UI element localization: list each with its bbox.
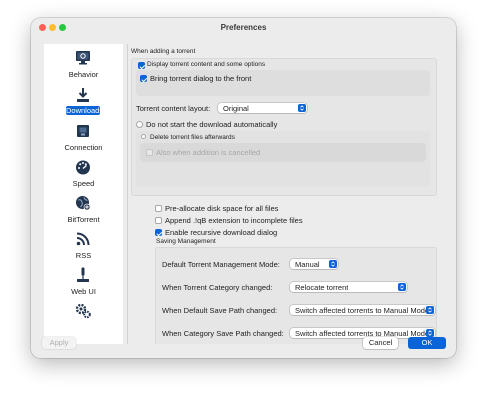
dialog-options-box: Bring torrent dialog to the front bbox=[136, 70, 430, 96]
sidebar-item-label: Connection bbox=[64, 143, 103, 152]
monitor-icon bbox=[76, 51, 90, 65]
category-path-changed-value: Switch affected torrents to Manual Mode bbox=[295, 329, 426, 338]
saving-section-title: Saving Management bbox=[156, 238, 216, 245]
append-ext-label: Append .!qB extension to incomplete file… bbox=[165, 216, 303, 225]
sidebar-divider bbox=[127, 44, 128, 344]
sidebar-item-advanced[interactable] bbox=[44, 300, 123, 336]
saving-row-label: When Default Save Path changed: bbox=[162, 306, 278, 315]
speedometer-icon bbox=[76, 160, 90, 175]
also-cancelled-label: Also when addition is cancelled bbox=[156, 148, 261, 157]
bring-front-checkbox[interactable] bbox=[140, 75, 147, 82]
bring-front-label: Bring torrent dialog to the front bbox=[150, 74, 252, 83]
sidebar-item-rss[interactable]: RSS bbox=[44, 228, 123, 264]
display-content-label: Display torrent content and some options bbox=[147, 61, 266, 68]
display-content-checkbox[interactable] bbox=[138, 62, 145, 69]
sidebar-item-web-ui[interactable]: Web UI bbox=[44, 264, 123, 300]
sidebar-item-label: RSS bbox=[75, 251, 92, 260]
sidebar-item-label: Web UI bbox=[71, 287, 96, 296]
no-autostart-checkbox[interactable] bbox=[136, 121, 143, 128]
sidebar-item-label: Behavior bbox=[68, 70, 99, 79]
category-changed-value: Relocate torrent bbox=[295, 283, 349, 292]
management-mode-select[interactable]: Manual bbox=[290, 259, 338, 269]
connection-icon bbox=[77, 125, 89, 137]
content-layout-value: Original bbox=[223, 104, 249, 113]
updown-arrow-icon bbox=[398, 283, 406, 291]
title-bar: Preferences bbox=[31, 18, 456, 40]
saving-row-label: When Torrent Category changed: bbox=[162, 283, 273, 292]
management-mode-value: Manual bbox=[295, 260, 320, 269]
globe-icon bbox=[76, 196, 91, 211]
recursive-dialog-checkbox[interactable] bbox=[155, 229, 162, 236]
saving-row-label: When Category Save Path changed: bbox=[162, 329, 284, 338]
delete-files-label: Delete torrent files afterwards bbox=[150, 134, 235, 141]
updown-arrow-icon bbox=[329, 260, 337, 268]
adding-section-title: When adding a torrent bbox=[131, 48, 196, 55]
updown-arrow-icon bbox=[426, 306, 434, 314]
no-autostart-label: Do not start the download automatically bbox=[146, 120, 278, 129]
sidebar-item-behavior[interactable]: Behavior bbox=[44, 47, 123, 83]
web-ui-icon bbox=[77, 267, 89, 282]
sidebar-item-connection[interactable]: Connection bbox=[44, 120, 123, 156]
sidebar-item-bittorrent[interactable]: BitTorrent bbox=[44, 192, 123, 228]
download-icon bbox=[77, 88, 89, 102]
sidebar-item-speed[interactable]: Speed bbox=[44, 156, 123, 192]
recursive-dialog-label: Enable recursive download dialog bbox=[165, 228, 278, 237]
saving-row-label: Default Torrent Management Mode: bbox=[162, 260, 280, 269]
sidebar-item-label: Speed bbox=[72, 179, 95, 188]
preallocate-checkbox[interactable] bbox=[155, 205, 162, 212]
cancel-button[interactable]: Cancel bbox=[363, 337, 398, 349]
preferences-window: Preferences Behavior Downloads Connectio… bbox=[31, 18, 456, 358]
sidebar-item-downloads[interactable]: Downloads bbox=[44, 84, 123, 120]
delete-files-box: Delete torrent files afterwards Also whe… bbox=[136, 131, 430, 187]
sidebar-item-label: Downloads bbox=[66, 106, 104, 115]
downloads-panel: When adding a torrent Display torrent co… bbox=[131, 44, 437, 344]
default-path-changed-value: Switch affected torrents to Manual Mode bbox=[295, 306, 426, 315]
default-path-changed-select[interactable]: Switch affected torrents to Manual Mode bbox=[290, 305, 435, 315]
category-changed-select[interactable]: Relocate torrent bbox=[290, 282, 407, 292]
delete-files-checkbox[interactable] bbox=[141, 134, 146, 139]
updown-arrow-icon bbox=[298, 104, 306, 112]
preallocate-label: Pre-allocate disk space for all files bbox=[165, 204, 279, 213]
layout-label: Torrent content layout: bbox=[136, 104, 211, 113]
saving-management-group: Default Torrent Management Mode: Manual … bbox=[155, 247, 437, 344]
apply-button[interactable]: Apply bbox=[42, 337, 76, 349]
sidebar: Behavior Downloads Connection Speed BitT… bbox=[44, 44, 123, 344]
sidebar-item-label: BitTorrent bbox=[67, 215, 100, 224]
rss-icon bbox=[76, 232, 90, 246]
also-cancelled-box: Also when addition is cancelled bbox=[140, 143, 426, 162]
ok-button[interactable]: OK bbox=[408, 337, 446, 349]
append-ext-checkbox[interactable] bbox=[155, 217, 162, 224]
window-title: Preferences bbox=[220, 23, 267, 32]
adding-torrent-group: Display torrent content and some options… bbox=[131, 58, 437, 196]
updown-arrow-icon bbox=[426, 329, 434, 337]
also-cancelled-checkbox[interactable] bbox=[146, 149, 153, 156]
content-layout-select[interactable]: Original bbox=[218, 103, 307, 113]
gears-icon bbox=[75, 303, 91, 319]
